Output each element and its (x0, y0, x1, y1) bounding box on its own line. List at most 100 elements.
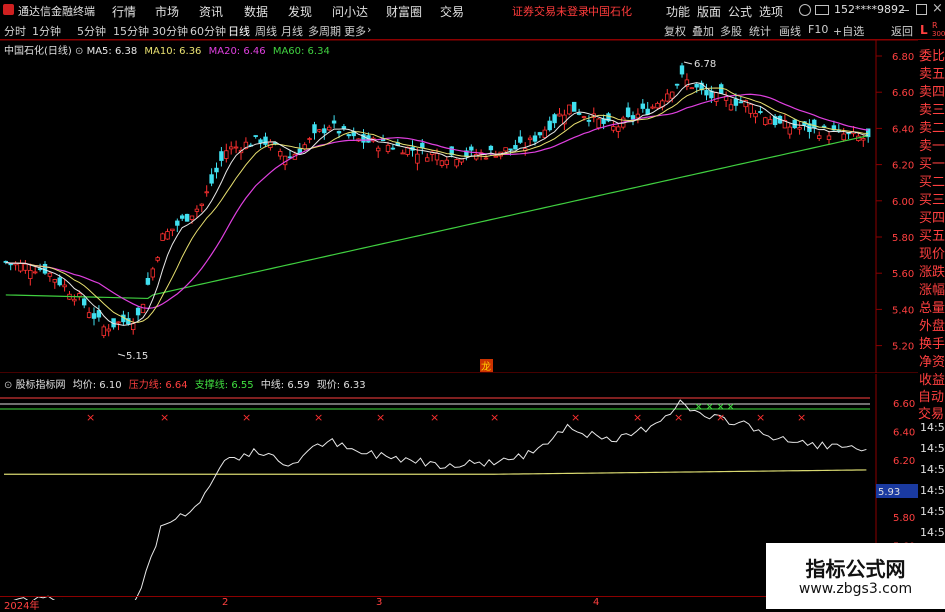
candle (787, 126, 792, 135)
candle (714, 92, 719, 102)
btn-huaxian[interactable]: 画线 (779, 23, 801, 39)
menu-banmian[interactable]: 版面 (697, 3, 721, 20)
side-tab-15[interactable]: 外盘 (919, 315, 945, 334)
tab-30min[interactable]: 30分钟 (152, 23, 188, 39)
menu-faxian[interactable]: 发现 (288, 3, 312, 20)
trade-label[interactable]: 交易 (918, 403, 944, 422)
candle (47, 272, 53, 277)
candle (317, 129, 322, 132)
event-marker[interactable]: 龙 (481, 360, 491, 373)
side-tab-7[interactable]: 买二 (919, 171, 945, 190)
mail-icon[interactable] (815, 5, 829, 15)
candle (331, 120, 337, 124)
side-tab-3[interactable]: 卖三 (919, 99, 945, 118)
sell-signal-cross: × (86, 411, 95, 424)
candle (101, 326, 106, 336)
high-label: 6.78 (694, 59, 716, 70)
candle (277, 151, 283, 157)
login-warning[interactable]: 证券交易未登录 (512, 3, 589, 19)
candle (62, 284, 67, 288)
btn-diejia[interactable]: 叠加 (692, 23, 714, 39)
side-tab-11[interactable]: 现价 (919, 243, 945, 262)
side-tab-13[interactable]: 涨幅 (919, 279, 945, 298)
menu-shuju[interactable]: 数据 (244, 3, 268, 20)
menu-hangqing[interactable]: 行情 (112, 3, 136, 20)
candle (630, 115, 636, 120)
sell-signal-cross: × (756, 411, 765, 424)
chevron-right-icon[interactable]: › (367, 23, 371, 36)
sun-icon[interactable] (799, 4, 811, 16)
close-icon[interactable]: × (932, 1, 943, 16)
maximize-icon[interactable] (916, 4, 927, 15)
candle (170, 228, 175, 232)
tab-monthly[interactable]: 月线 (281, 23, 303, 39)
candle (797, 127, 802, 130)
menu-gongshi[interactable]: 公式 (728, 3, 752, 20)
tab-15min[interactable]: 15分钟 (113, 23, 149, 39)
tab-5min[interactable]: 5分钟 (77, 23, 106, 39)
sell-signal-cross: × (490, 411, 499, 424)
side-tab-4[interactable]: 卖二 (919, 117, 945, 136)
candle (532, 135, 538, 142)
side-tab-14[interactable]: 总量 (919, 297, 945, 316)
tab-1min[interactable]: 1分钟 (32, 23, 61, 39)
minimize-icon[interactable] (900, 10, 909, 11)
candle (194, 208, 200, 212)
tab-fenshi[interactable]: 分时 (4, 23, 26, 39)
side-tab-2[interactable]: 卖四 (919, 81, 945, 100)
candle (670, 91, 675, 99)
candle (674, 83, 680, 86)
candle (728, 104, 734, 111)
side-tab-16[interactable]: 换手 (919, 333, 945, 352)
btn-zixuan[interactable]: +自选 (833, 23, 864, 39)
menu-wenxiaoda[interactable]: 问小达 (332, 3, 368, 20)
side-tab-5[interactable]: 卖一 (919, 135, 945, 154)
sell-signal-cross: × (797, 411, 806, 424)
candle (116, 321, 121, 324)
kline-chart[interactable]: 6.80 6.60 6.40 6.20 6.00 5.80 5.60 5.40 5.20 6.7… (0, 40, 918, 373)
lr-toggle[interactable]: L R 300 (918, 20, 945, 40)
side-tab-8[interactable]: 买三 (919, 189, 945, 208)
btn-back[interactable]: 返回 (891, 23, 913, 39)
side-tab-17[interactable]: 净资 (919, 351, 945, 370)
tab-daily[interactable]: 日线 (228, 23, 250, 39)
sell-signal-cross: × (376, 411, 385, 424)
menu-zixun[interactable]: 资讯 (199, 3, 223, 20)
account-id[interactable]: 152****9892 (834, 3, 905, 16)
side-tab-10[interactable]: 买五 (919, 225, 945, 244)
candle (454, 159, 459, 167)
side-tab-6[interactable]: 买一 (919, 153, 945, 172)
side-tab-0[interactable]: 委比 (919, 45, 945, 64)
menu-xuanxiang[interactable]: 选项 (759, 3, 783, 20)
btn-fuquan[interactable]: 复权 (664, 23, 686, 39)
btn-tongji[interactable]: 统计 (749, 23, 771, 39)
candle (253, 135, 258, 137)
menu-caifuquan[interactable]: 财富圈 (386, 3, 422, 20)
sub-y-tick-label: 6.20 (893, 456, 915, 467)
tick-time: 14:56 (920, 442, 945, 455)
ma5-line (5, 82, 869, 326)
tab-60min[interactable]: 60分钟 (190, 23, 226, 39)
menu-jiaoyi[interactable]: 交易 (440, 3, 464, 20)
candle (665, 93, 670, 102)
candle (537, 132, 543, 136)
candle (400, 152, 405, 155)
candle (106, 328, 111, 332)
candle (199, 203, 204, 206)
menu-shichang[interactable]: 市场 (155, 3, 179, 20)
tab-weekly[interactable]: 周线 (255, 23, 277, 39)
btn-duogu[interactable]: 多股 (720, 23, 742, 39)
side-tab-12[interactable]: 涨跌 (919, 261, 945, 280)
candle (82, 298, 87, 306)
current-value-badge: 5.93 (878, 487, 900, 498)
btn-f10[interactable]: F10 (808, 23, 828, 36)
tab-more[interactable]: 更多 (344, 23, 366, 39)
side-tab-1[interactable]: 卖五 (919, 63, 945, 82)
period-toolbar: 分时 1分钟 5分钟 15分钟 30分钟 60分钟 日线 周线 月线 多周期 更… (0, 20, 945, 40)
candle (748, 103, 753, 114)
candle (179, 215, 185, 219)
tab-multi-period[interactable]: 多周期 (308, 23, 341, 39)
side-tab-9[interactable]: 买四 (919, 207, 945, 226)
menu-gongneng[interactable]: 功能 (666, 3, 690, 20)
candle (57, 277, 62, 286)
